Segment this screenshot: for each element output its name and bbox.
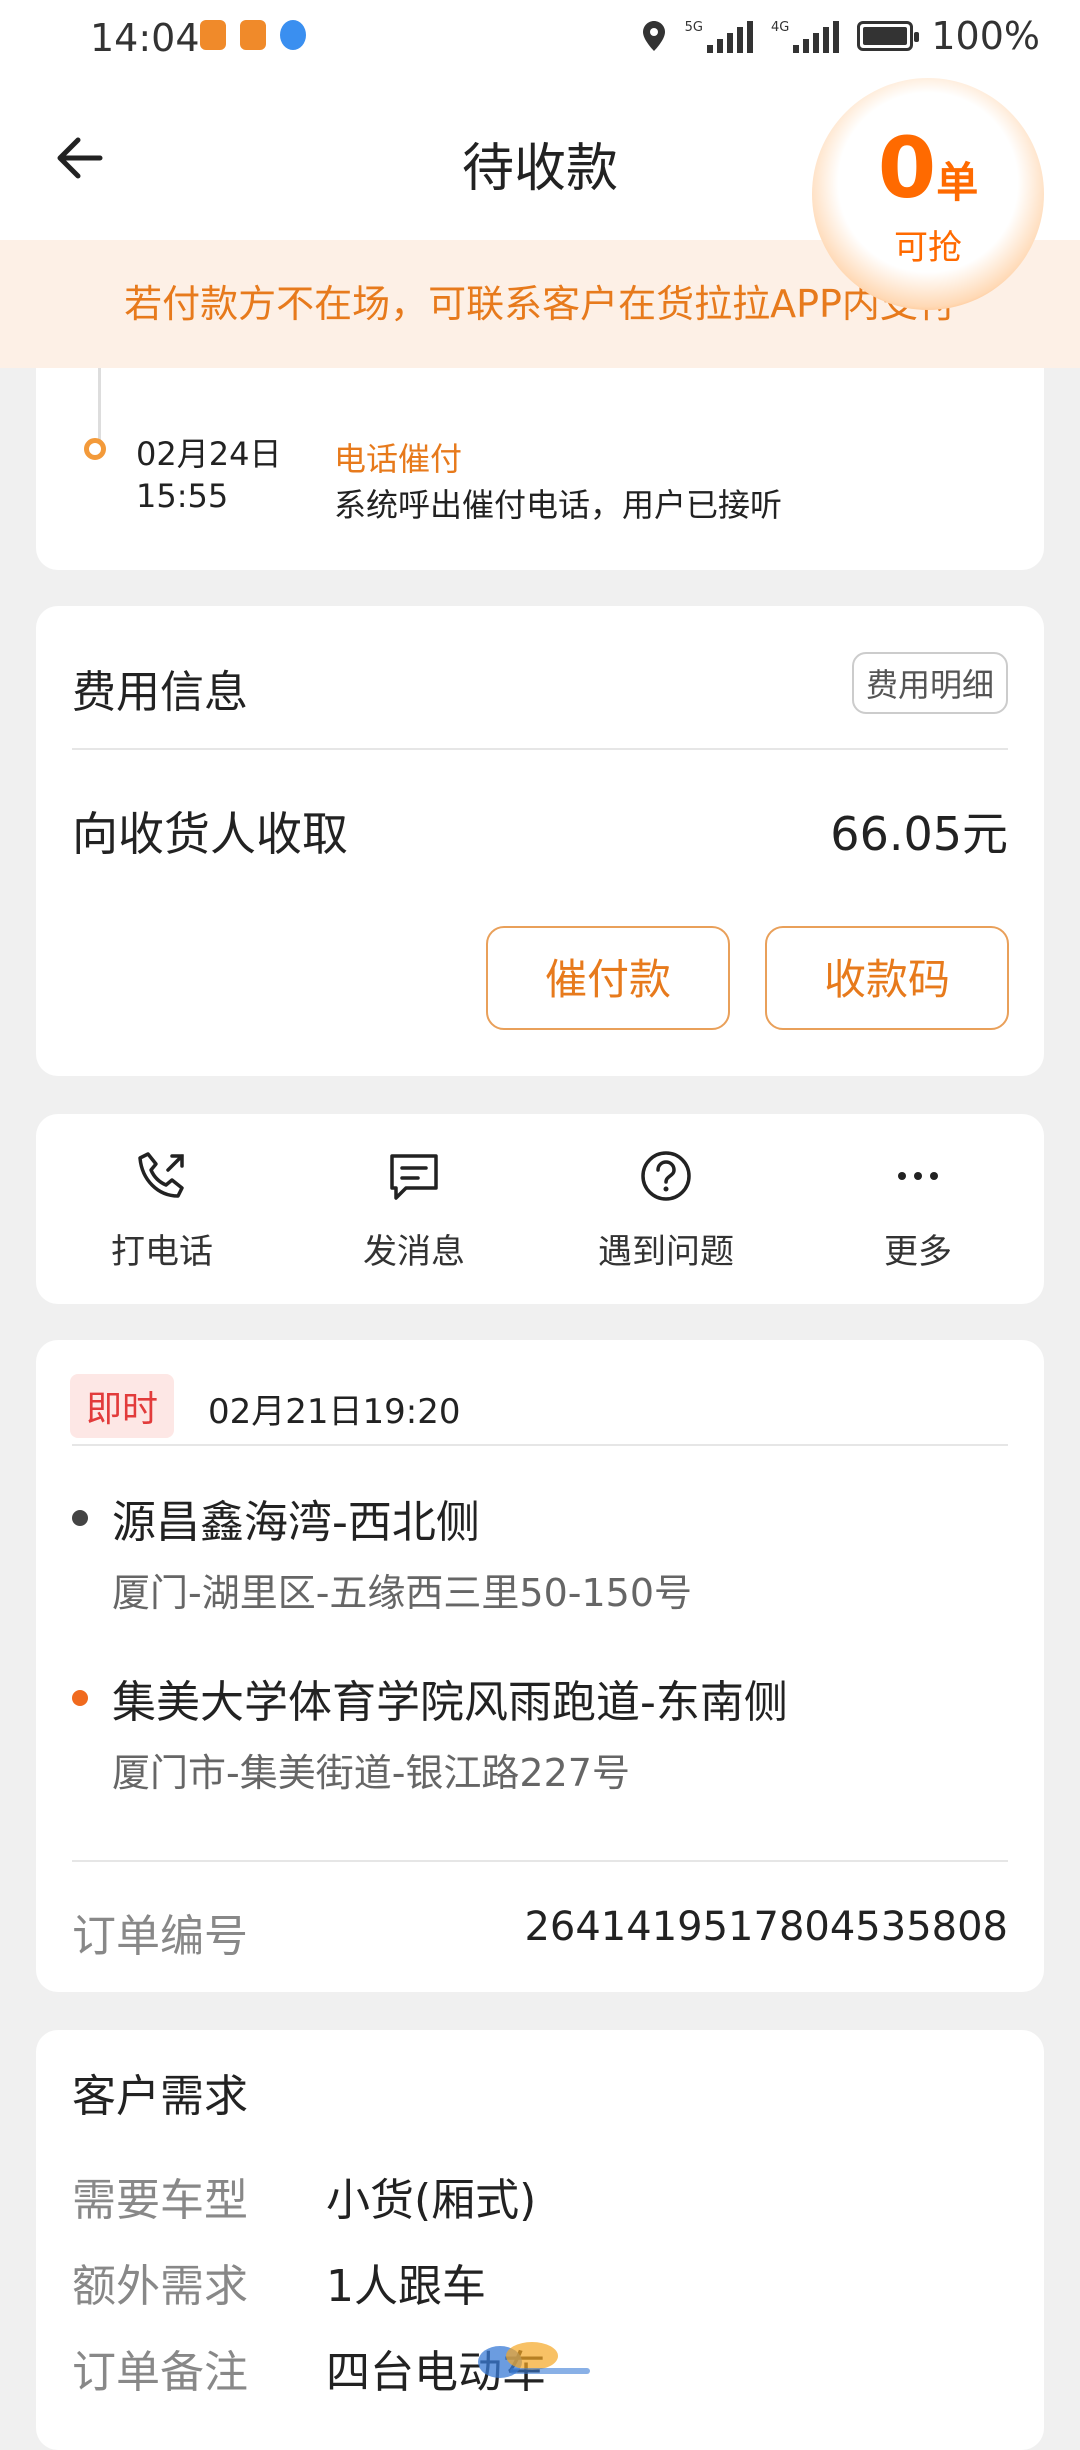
- collect-amount: 66.05元: [830, 807, 1008, 861]
- fee-info-card: 费用信息 费用明细 向收货人收取 66.05元 催付款 收款码: [36, 606, 1044, 1076]
- fee-detail-button[interactable]: 费用明细: [851, 652, 1008, 714]
- pickup-name: 源昌鑫海湾-西北侧: [112, 1497, 480, 1548]
- payment-qr-button[interactable]: 收款码: [765, 926, 1009, 1030]
- grab-count: 0: [877, 119, 937, 217]
- message-action[interactable]: 发消息: [288, 1114, 540, 1304]
- browser-app-icon: [280, 20, 306, 50]
- grab-label: 可抢: [894, 228, 962, 268]
- pickup-dot: [72, 1510, 88, 1526]
- extra-needs-value: 1人跟车: [326, 2261, 486, 2312]
- location-icon: [642, 21, 665, 51]
- dropoff-address: 厦门市-集美街道-银江路227号: [112, 1751, 630, 1795]
- divider: [72, 1444, 1008, 1446]
- order-info-card: 即时 02月21日19:20 源昌鑫海湾-西北侧 厦门-湖里区-五缘西三里50-…: [36, 1340, 1044, 1992]
- more-action[interactable]: 更多: [792, 1114, 1044, 1304]
- divider: [72, 748, 1008, 750]
- timeline-date: 02月24日: [136, 435, 282, 473]
- fee-title: 费用信息: [72, 667, 248, 718]
- status-bar: 14:04 5G 4G 100%: [0, 0, 1080, 80]
- vehicle-type-value: 小货(厢式): [326, 2175, 537, 2226]
- action-label: 更多: [884, 1232, 952, 1272]
- grab-unit: 单: [936, 158, 979, 207]
- watermark-logo-icon: [478, 2342, 590, 2378]
- order-remark-label: 订单备注: [72, 2347, 248, 2398]
- order-type-tag: 即时: [70, 1374, 175, 1438]
- collect-label: 向收货人收取: [72, 807, 348, 861]
- urge-payment-button[interactable]: 催付款: [486, 926, 730, 1030]
- dropoff-dot: [72, 1690, 88, 1706]
- vehicle-type-label: 需要车型: [72, 2175, 248, 2226]
- timeline-line: [98, 360, 101, 450]
- timeline-status: 电话催付: [334, 440, 463, 478]
- truck-app-icon: [240, 20, 266, 50]
- phone-icon: [138, 1152, 184, 1198]
- message-icon: [390, 1154, 438, 1200]
- grab-orders-badge[interactable]: 0单 可抢: [812, 78, 1044, 310]
- timeline-time: 15:55: [136, 476, 229, 515]
- timeline-dot: [84, 438, 106, 460]
- divider: [72, 1860, 1008, 1862]
- action-label: 发消息: [363, 1232, 465, 1272]
- signal-4g-icon: 4G: [771, 19, 840, 53]
- timeline-description: 系统呼出催付电话，用户已接听: [334, 486, 783, 524]
- dropoff-name: 集美大学体育学院风雨跑道-东南侧: [112, 1677, 788, 1728]
- battery-icon: [857, 21, 920, 51]
- requirements-title: 客户需求: [72, 2071, 248, 2122]
- status-time: 14:04: [90, 16, 200, 60]
- pickup-address: 厦门-湖里区-五缘西三里50-150号: [112, 1571, 693, 1615]
- battery-percent: 100%: [931, 14, 1040, 58]
- action-label: 打电话: [111, 1232, 213, 1272]
- customer-requirements-card: 客户需求 需要车型 小货(厢式) 额外需求 1人跟车 订单备注 四台电动车: [36, 2030, 1044, 2450]
- question-icon: [641, 1151, 691, 1201]
- order-number-label: 订单编号: [72, 1911, 248, 1962]
- action-label: 遇到问题: [598, 1232, 734, 1272]
- order-time: 02月21日19:20: [208, 1392, 461, 1432]
- order-number: 2641419517804535808: [524, 1904, 1008, 1950]
- call-action[interactable]: 打电话: [36, 1114, 288, 1304]
- extra-needs-label: 额外需求: [72, 2261, 248, 2312]
- notification-icons: [200, 20, 306, 50]
- problem-action[interactable]: 遇到问题: [540, 1114, 792, 1304]
- truck-app-icon: [200, 20, 226, 50]
- signal-5g-icon: 5G: [685, 19, 753, 53]
- more-icon: [898, 1172, 938, 1180]
- quick-actions-card: 打电话 发消息 遇到问题 更多: [36, 1114, 1044, 1304]
